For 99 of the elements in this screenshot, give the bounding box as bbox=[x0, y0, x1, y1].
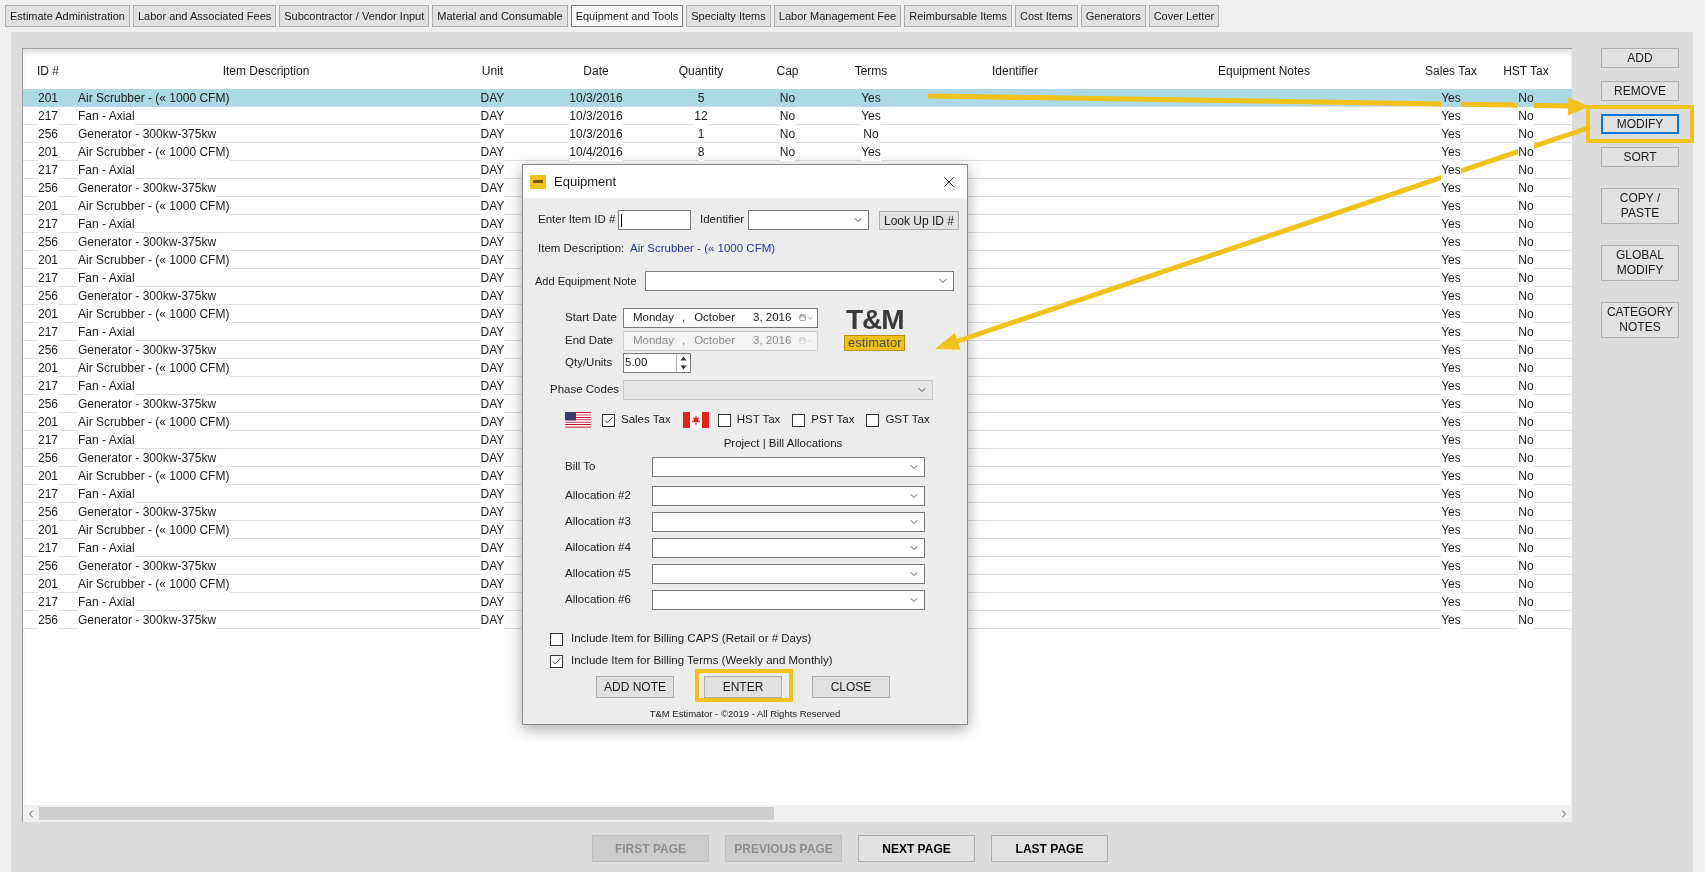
check-icon bbox=[551, 655, 562, 667]
table-row[interactable]: 256 Generator - 300kw-375kw DAY 10/3/2016 1 No No Yes No bbox=[23, 125, 1572, 143]
dialog-button[interactable]: CLOSE bbox=[812, 676, 890, 698]
field-label: Allocation #5 bbox=[565, 566, 632, 582]
lookup-button[interactable]: Look Up ID # bbox=[879, 210, 959, 230]
field-label: Allocation #4 bbox=[565, 540, 632, 556]
checkbox[interactable] bbox=[866, 413, 880, 427]
dropdown[interactable] bbox=[652, 457, 925, 477]
logo-title: T&M bbox=[845, 307, 904, 333]
checkbox[interactable] bbox=[717, 413, 731, 427]
tab[interactable]: Subcontractor / Vendor Input bbox=[279, 5, 430, 27]
column-header[interactable]: Date bbox=[583, 62, 609, 80]
horizontal-scrollbar[interactable] bbox=[23, 805, 1572, 822]
column-header[interactable]: Unit bbox=[481, 62, 504, 80]
scrollbar-thumb[interactable] bbox=[39, 807, 774, 820]
checkbox-label: Include Item for Billing Terms (Weekly and Monthly) bbox=[571, 653, 833, 669]
tab[interactable]: Equipment and Tools bbox=[570, 5, 684, 27]
field-label: Start Date bbox=[565, 309, 618, 325]
checkbox-label: HST Tax bbox=[736, 412, 781, 428]
item-id-field[interactable] bbox=[618, 210, 691, 230]
tab[interactable]: Cover Letter bbox=[1148, 5, 1220, 27]
dropdown[interactable] bbox=[652, 590, 925, 610]
checkbox-label: PST Tax bbox=[811, 412, 855, 428]
quantity-spinner[interactable]: 5.00 bbox=[623, 353, 691, 373]
tab[interactable]: Labor Management Fee bbox=[773, 5, 902, 27]
checkbox-label: Sales Tax bbox=[621, 412, 671, 428]
dropdown[interactable] bbox=[645, 271, 954, 291]
column-header[interactable]: Terms bbox=[854, 62, 888, 80]
field-label: Add Equipment Note bbox=[535, 273, 638, 289]
date-part: , bbox=[681, 332, 686, 348]
text-cursor bbox=[621, 213, 622, 227]
tab[interactable]: Specialty Items bbox=[686, 5, 771, 27]
field-label: Enter Item ID # bbox=[538, 212, 617, 228]
date-part: October bbox=[694, 309, 736, 325]
date-part: Monday bbox=[633, 309, 674, 325]
logo-subtitle: estimator bbox=[844, 335, 906, 351]
page-button[interactable]: LAST PAGE bbox=[991, 835, 1108, 862]
field-label: Identifier bbox=[700, 212, 746, 228]
checkbox-label: GST Tax bbox=[885, 412, 930, 428]
dialog-title: Equipment bbox=[554, 172, 617, 191]
field-label: Bill To bbox=[565, 459, 597, 475]
side-button[interactable]: SORT bbox=[1601, 147, 1679, 167]
tab[interactable]: Estimate Administration bbox=[5, 5, 130, 27]
side-button[interactable]: COPY / PASTE bbox=[1601, 188, 1679, 224]
field-label: Allocation #3 bbox=[565, 514, 632, 530]
field-label: Allocation #6 bbox=[565, 592, 632, 608]
dialog-button[interactable]: ADD NOTE bbox=[596, 676, 674, 698]
checkbox[interactable] bbox=[550, 654, 563, 668]
side-button[interactable]: ADD bbox=[1601, 48, 1679, 68]
dropdown[interactable] bbox=[748, 210, 869, 230]
checkbox[interactable] bbox=[792, 413, 806, 427]
column-header[interactable]: Quantity bbox=[678, 62, 724, 80]
column-header[interactable]: Sales Tax bbox=[1425, 62, 1477, 80]
tab[interactable]: Cost Items bbox=[1015, 5, 1078, 27]
dialog-footer: T&M Estimator - ©2019 - All Rights Reserved bbox=[649, 706, 841, 722]
field-label: Qty/Units bbox=[565, 355, 614, 371]
dialog-button[interactable]: ENTER bbox=[704, 676, 782, 698]
field-label: Item Description: bbox=[538, 241, 626, 257]
column-header[interactable]: Item Description bbox=[222, 62, 310, 80]
dropdown[interactable] bbox=[652, 486, 925, 506]
check-icon bbox=[603, 414, 614, 426]
dropdown[interactable] bbox=[652, 538, 925, 558]
column-header[interactable]: Identifier bbox=[992, 62, 1038, 80]
dropdown[interactable] bbox=[652, 564, 925, 584]
date-part: Monday bbox=[633, 332, 674, 348]
tab[interactable]: Material and Consumable bbox=[432, 5, 568, 27]
side-button[interactable]: CATEGORY NOTES bbox=[1601, 302, 1679, 338]
column-header[interactable]: Cap bbox=[776, 62, 799, 80]
field-label: Allocation #2 bbox=[565, 488, 632, 504]
page-button[interactable]: NEXT PAGE bbox=[858, 835, 975, 862]
calendar-icon[interactable] bbox=[799, 312, 807, 323]
checkbox[interactable] bbox=[602, 413, 615, 427]
date-part: October bbox=[694, 332, 736, 348]
column-header[interactable]: ID # bbox=[37, 62, 59, 80]
side-button[interactable]: GLOBAL MODIFY bbox=[1601, 245, 1679, 281]
tab[interactable]: Generators bbox=[1080, 5, 1146, 27]
canada-flag-icon bbox=[682, 412, 709, 428]
side-button[interactable]: REMOVE bbox=[1601, 81, 1679, 101]
column-header[interactable]: Equipment Notes bbox=[1217, 62, 1311, 80]
dropdown[interactable] bbox=[652, 512, 925, 532]
table-row[interactable]: 217 Fan - Axial DAY 10/3/2016 12 No Yes Yes No bbox=[23, 107, 1572, 125]
column-header[interactable]: HST Tax bbox=[1503, 62, 1549, 80]
date-part: , bbox=[681, 309, 686, 325]
item-description-value: Air Scrubber - (« 1000 CFM) bbox=[630, 241, 776, 257]
checkbox[interactable] bbox=[550, 632, 563, 646]
tab[interactable]: Labor and Associated Fees bbox=[132, 5, 277, 27]
app-icon bbox=[530, 174, 546, 189]
checkbox-label: Include Item for Billing CAPS (Retail or # Days) bbox=[571, 631, 812, 647]
date-picker[interactable]: Monday , October 3, 2016 bbox=[623, 307, 818, 328]
field-label: Phase Codes bbox=[550, 382, 621, 398]
date-part: 3, 2016 bbox=[753, 332, 792, 348]
tab[interactable]: Reimbursable Items bbox=[904, 5, 1013, 27]
us-flag-icon bbox=[565, 412, 591, 428]
side-button[interactable]: MODIFY bbox=[1601, 114, 1679, 134]
field-label: End Date bbox=[565, 332, 614, 348]
table-row[interactable]: 201 Air Scrubber - (« 1000 CFM) DAY 10/4/2016 8 No Yes Yes No bbox=[23, 143, 1572, 161]
section-heading: Project | Bill Allocations bbox=[723, 436, 843, 452]
date-part: 3, 2016 bbox=[753, 309, 792, 325]
quantity-value: 5.00 bbox=[624, 355, 649, 371]
